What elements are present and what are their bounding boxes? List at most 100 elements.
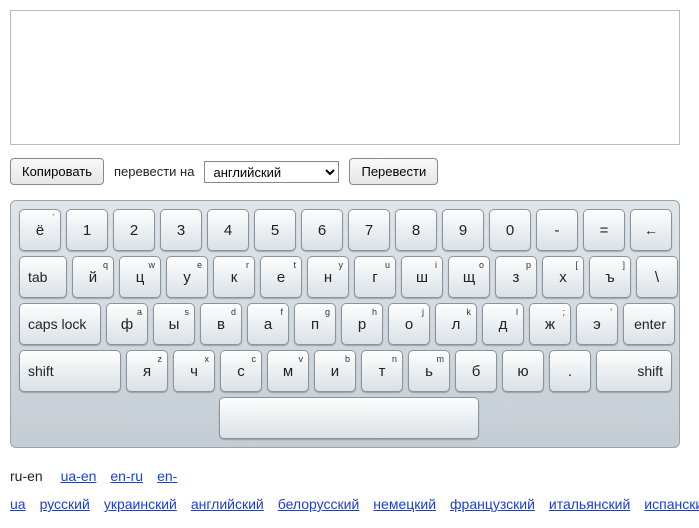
translate-to-label: перевести на — [114, 164, 194, 179]
key-х[interactable]: х[ — [542, 256, 584, 298]
key-м[interactable]: мv — [267, 350, 309, 392]
key-в[interactable]: вd — [200, 303, 242, 345]
key-щ[interactable]: щo — [448, 256, 490, 298]
key-sub-label: r — [246, 260, 249, 270]
key-ш[interactable]: шi — [401, 256, 443, 298]
key-sub-label: v — [299, 354, 304, 364]
key-ф[interactable]: фa — [106, 303, 148, 345]
key-sub-label: s — [185, 307, 190, 317]
key-=[interactable]: = — [583, 209, 625, 251]
key-ц[interactable]: цw — [119, 256, 161, 298]
key-4[interactable]: 4 — [207, 209, 249, 251]
language-links: ru-en ua-enen-ruen-uaрусскийукраинскийан… — [10, 462, 680, 518]
backspace-key[interactable]: ← — [630, 209, 672, 251]
copy-button[interactable]: Копировать — [10, 158, 104, 185]
key-р[interactable]: рh — [341, 303, 383, 345]
key-ё[interactable]: ё` — [19, 209, 61, 251]
key-з[interactable]: зp — [495, 256, 537, 298]
key-0[interactable]: 0 — [489, 209, 531, 251]
key-5[interactable]: 5 — [254, 209, 296, 251]
key-т[interactable]: тn — [361, 350, 403, 392]
key-sub-label: p — [526, 260, 531, 270]
key-7[interactable]: 7 — [348, 209, 390, 251]
key-sub-label: y — [339, 260, 344, 270]
key-у[interactable]: уe — [166, 256, 208, 298]
space-key[interactable] — [219, 397, 479, 439]
key-sub-label: l — [516, 307, 518, 317]
virtual-keyboard: ё`1234567890-=← tabйqцwуeкrеtнyгuшiщoзpх… — [10, 200, 680, 448]
key-sub-label: d — [231, 307, 236, 317]
key-sub-label: b — [345, 354, 350, 364]
key-и[interactable]: иb — [314, 350, 356, 392]
lang-link-русский[interactable]: русский — [40, 496, 90, 512]
key-н[interactable]: нy — [307, 256, 349, 298]
key-п[interactable]: пg — [294, 303, 336, 345]
key-sub-label: a — [137, 307, 142, 317]
lang-link-немецкий[interactable]: немецкий — [373, 496, 436, 512]
key-sub-label: t — [293, 260, 296, 270]
key-sub-label: g — [325, 307, 330, 317]
key-ж[interactable]: ж; — [529, 303, 571, 345]
key-sub-label: i — [435, 260, 437, 270]
key-о[interactable]: оj — [388, 303, 430, 345]
capslock-key[interactable]: caps lock — [19, 303, 101, 345]
text-input[interactable] — [10, 10, 680, 145]
key-sub-label: c — [252, 354, 257, 364]
key-sub-label: h — [372, 307, 377, 317]
key-\[interactable]: \ — [636, 256, 678, 298]
key-sub-label: k — [467, 307, 472, 317]
key-sub-label: e — [197, 260, 202, 270]
key-б[interactable]: б — [455, 350, 497, 392]
key-ы[interactable]: ыs — [153, 303, 195, 345]
key-sub-label: w — [149, 260, 156, 270]
key-sub-label: ` — [52, 213, 55, 223]
lang-link-украинский[interactable]: украинский — [104, 496, 177, 512]
key-.[interactable]: . — [549, 350, 591, 392]
key-sub-label: o — [479, 260, 484, 270]
key-sub-label: x — [205, 354, 210, 364]
lang-link-белорусский[interactable]: белорусский — [278, 496, 360, 512]
key-sub-label: j — [422, 307, 424, 317]
key-э[interactable]: э' — [576, 303, 618, 345]
enter-key[interactable]: enter — [623, 303, 675, 345]
lang-link-итальянский[interactable]: итальянский — [549, 496, 630, 512]
key-ч[interactable]: чx — [173, 350, 215, 392]
left-shift-key[interactable]: shift — [19, 350, 121, 392]
key-ъ[interactable]: ъ] — [589, 256, 631, 298]
key-sub-label: z — [158, 354, 163, 364]
lang-link-испанский[interactable]: испанский — [644, 496, 699, 512]
right-shift-key[interactable]: shift — [596, 350, 672, 392]
tab-key[interactable]: tab — [19, 256, 67, 298]
lang-link-ua-en[interactable]: ua-en — [61, 468, 97, 484]
key-а[interactable]: аf — [247, 303, 289, 345]
key-ю[interactable]: ю — [502, 350, 544, 392]
key-sub-label: q — [103, 260, 108, 270]
key-й[interactable]: йq — [72, 256, 114, 298]
key-3[interactable]: 3 — [160, 209, 202, 251]
key-к[interactable]: кr — [213, 256, 255, 298]
key-я[interactable]: яz — [126, 350, 168, 392]
key-е[interactable]: еt — [260, 256, 302, 298]
lang-link-французский[interactable]: французский — [450, 496, 535, 512]
current-pair-label: ru-en — [10, 468, 43, 484]
key-1[interactable]: 1 — [66, 209, 108, 251]
lang-link-английский[interactable]: английский — [191, 496, 264, 512]
key-sub-label: [ — [575, 260, 578, 270]
key-л[interactable]: лk — [435, 303, 477, 345]
key-с[interactable]: сc — [220, 350, 262, 392]
key-sub-label: m — [437, 354, 445, 364]
key-sub-label: ; — [562, 307, 565, 317]
key-д[interactable]: дl — [482, 303, 524, 345]
translate-button[interactable]: Перевести — [349, 158, 438, 185]
language-select[interactable]: английский — [204, 161, 339, 183]
key-sub-label: u — [385, 260, 390, 270]
lang-link-en-ru[interactable]: en-ru — [110, 468, 143, 484]
key-sub-label: ' — [610, 307, 612, 317]
key-ь[interactable]: ьm — [408, 350, 450, 392]
key-8[interactable]: 8 — [395, 209, 437, 251]
key--[interactable]: - — [536, 209, 578, 251]
key-2[interactable]: 2 — [113, 209, 155, 251]
key-6[interactable]: 6 — [301, 209, 343, 251]
key-г[interactable]: гu — [354, 256, 396, 298]
key-9[interactable]: 9 — [442, 209, 484, 251]
